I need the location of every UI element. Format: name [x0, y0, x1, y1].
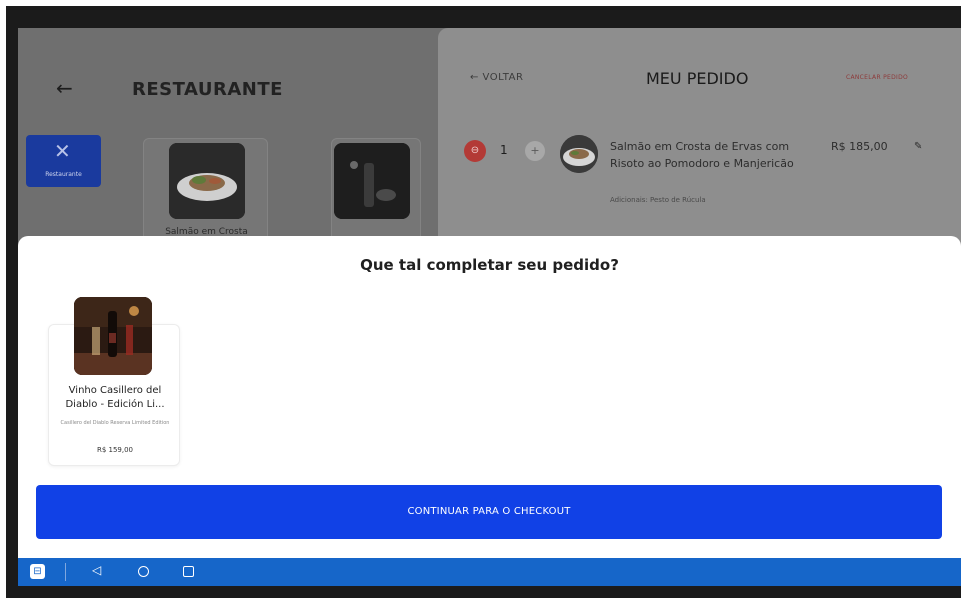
back-button[interactable]: ← VOLTAR [470, 72, 523, 83]
order-item-extras: Adicionais: Pesto de Rúcula [610, 196, 706, 204]
nav-divider [65, 563, 66, 581]
app-switch-icon[interactable]: ⊟ [30, 564, 45, 579]
device-screen: ← RESTAURANTE ✕ Restaurante Salmão em Cr… [18, 28, 961, 586]
category-label: Restaurante [45, 171, 82, 178]
minus-icon[interactable]: ⊖ [464, 140, 486, 162]
arrow-left-icon[interactable]: ← [56, 76, 73, 100]
triangle-back-icon[interactable]: ◁ [92, 563, 101, 577]
order-title: MEU PEDIDO [646, 69, 749, 88]
product-name: Vinho Casillero del Diablo - Edición Li.… [65, 385, 165, 410]
menu-item-image [334, 143, 410, 219]
bezel-bottom [6, 586, 961, 598]
bezel-left [6, 6, 18, 598]
upsell-title: Que tal completar seu pedido? [360, 256, 619, 274]
edit-icon[interactable]: ✎ [914, 141, 922, 152]
fork-knife-icon: ✕ [54, 139, 71, 163]
menu-item-card[interactable]: Salmão em Crosta [143, 138, 268, 243]
device-frame: ← RESTAURANTE ✕ Restaurante Salmão em Cr… [0, 0, 961, 601]
restaurant-title: RESTAURANTE [132, 79, 283, 100]
circle-home-icon[interactable] [138, 566, 149, 577]
order-item-thumbnail [560, 135, 598, 173]
category-restaurante[interactable]: ✕ Restaurante [26, 135, 101, 187]
continue-checkout-button[interactable]: CONTINUAR PARA O CHECKOUT [36, 485, 942, 539]
menu-item-card[interactable] [331, 138, 421, 243]
bezel-top [6, 6, 961, 28]
order-item-name: Salmão em Crosta de Ervas com Risoto ao … [610, 140, 794, 170]
order-item-price: R$ 185,00 [831, 140, 888, 153]
upsell-bottom-sheet: Que tal completar seu pedido? Vinho Casi… [18, 236, 961, 558]
product-price: R$ 159,00 [96, 446, 134, 454]
square-recents-icon[interactable] [183, 566, 194, 577]
menu-item-image [169, 143, 245, 219]
product-image [74, 297, 152, 375]
android-nav-bar: ⊟ ◁ [18, 558, 961, 586]
cancel-order-button[interactable]: CANCELAR PEDIDO [846, 74, 908, 81]
plus-icon[interactable]: + [525, 141, 545, 161]
item-quantity: 1 [500, 143, 508, 157]
product-description: Casillero del Diablo Reserva Limited Edi… [60, 420, 170, 426]
